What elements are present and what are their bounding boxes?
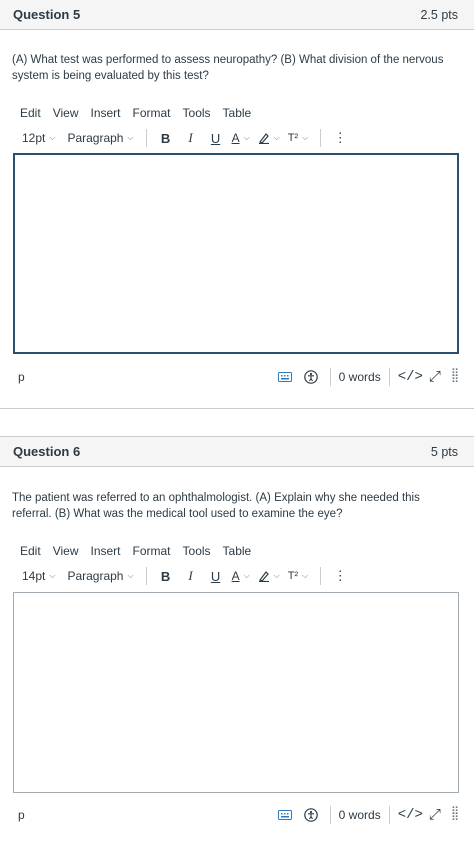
toolbar-divider [145,567,147,585]
highlighter-icon [258,133,269,144]
chevron-down-icon: ⌵ [302,571,309,580]
question-title: Question 5 [13,7,81,22]
question-points: 5 pts [430,444,458,459]
more-options-button[interactable]: ⋮ [331,568,349,584]
menu-view[interactable]: View [53,544,79,558]
underline-button[interactable]: U [207,131,225,146]
question-header: Question 6 5 pts [0,437,474,467]
bold-button[interactable]: B [157,131,175,146]
menu-tools[interactable]: Tools [183,106,211,120]
word-count[interactable]: 0 words [339,808,381,822]
statusbar-divider [329,806,331,824]
menu-tools[interactable]: Tools [183,544,211,558]
block-format-value: Paragraph [67,569,124,583]
keyboard-shortcuts-button[interactable] [277,810,292,820]
word-count[interactable]: 0 words [339,370,381,384]
highlight-button[interactable]: ⌵ [258,570,280,582]
keyboard-shortcuts-button[interactable] [277,372,292,382]
superscript-icon: T² [287,132,299,144]
element-path[interactable]: p [18,370,278,384]
chevron-down-icon: ⌵ [49,133,56,142]
toolbar-divider [320,567,322,585]
menu-edit[interactable]: Edit [20,544,41,558]
editor-toolbar: 12pt ⌵ Paragraph ⌵ B I U A ⌵ ⌵ T² ⌵ ⋮ [22,128,356,148]
chevron-down-icon: ⌵ [243,133,250,142]
font-size-value: 14pt [22,569,46,583]
block-format-dropdown[interactable]: Paragraph ⌵ [67,131,133,145]
more-options-button[interactable]: ⋮ [331,130,349,146]
font-size-dropdown[interactable]: 14pt ⌵ [22,569,55,583]
menu-edit[interactable]: Edit [20,106,41,120]
question-6-card: Question 6 5 pts The patient was referre… [0,436,474,847]
accessibility-checker-button[interactable] [303,808,318,822]
statusbar-divider [388,806,390,824]
fullscreen-button[interactable]: ⤢ [429,368,441,386]
chevron-down-icon: ⌵ [49,571,56,580]
chevron-down-icon: ⌵ [127,133,134,142]
resize-grip-icon[interactable]: ⠿ ⠿ [451,369,459,386]
question-text: The patient was referred to an ophthalmo… [12,492,420,520]
block-format-value: Paragraph [67,131,124,145]
question-header: Question 5 2.5 pts [0,0,474,30]
superscript-button[interactable]: T² ⌵ [288,570,308,582]
toolbar-divider [320,129,322,147]
chevron-down-icon: ⌵ [243,571,250,580]
question-5-card: Question 5 2.5 pts (A) What test was per… [0,0,474,409]
superscript-icon: T² [287,570,299,582]
fullscreen-button[interactable]: ⤢ [429,806,441,824]
menu-format[interactable]: Format [133,544,171,558]
menu-insert[interactable]: Insert [90,106,120,120]
menu-view[interactable]: View [53,106,79,120]
menu-insert[interactable]: Insert [90,544,120,558]
font-size-dropdown[interactable]: 12pt ⌵ [22,131,55,145]
chevron-down-icon: ⌵ [302,133,309,142]
font-size-value: 12pt [22,131,46,145]
accessibility-icon [303,370,318,384]
menu-table[interactable]: Table [223,106,252,120]
font-color-icon: A [231,131,240,145]
accessibility-checker-button[interactable] [303,370,318,384]
superscript-button[interactable]: T² ⌵ [288,132,308,144]
highlight-button[interactable]: ⌵ [258,132,280,144]
italic-button[interactable]: I [182,568,200,584]
editor-menubar: Edit View Insert Format Tools Table [20,544,263,558]
menu-format[interactable]: Format [133,106,171,120]
chevron-down-icon: ⌵ [127,571,134,580]
chevron-down-icon: ⌵ [273,571,280,580]
question-title: Question 6 [13,444,81,459]
editor-menubar: Edit View Insert Format Tools Table [20,106,263,120]
chevron-down-icon: ⌵ [273,133,280,142]
block-format-dropdown[interactable]: Paragraph ⌵ [67,569,133,583]
statusbar-divider [388,368,390,386]
html-editor-button[interactable]: </> [398,369,423,385]
statusbar-divider [329,368,331,386]
editor-toolbar: 14pt ⌵ Paragraph ⌵ B I U A ⌵ ⌵ T² ⌵ ⋮ [22,566,356,586]
editor-statusbar: p 0 words </> ⤢ ⠿ ⠿ [13,365,459,389]
toolbar-divider [145,129,147,147]
accessibility-icon [303,808,318,822]
keyboard-icon [277,372,292,382]
element-path[interactable]: p [18,808,278,822]
html-editor-button[interactable]: </> [398,807,423,823]
underline-button[interactable]: U [207,569,225,584]
font-color-button[interactable]: A ⌵ [232,131,250,145]
resize-grip-icon[interactable]: ⠿ ⠿ [451,807,459,824]
keyboard-icon [277,810,292,820]
answer-editor[interactable] [13,592,459,793]
menu-table[interactable]: Table [223,544,252,558]
bold-button[interactable]: B [157,569,175,584]
answer-editor[interactable] [13,153,459,354]
question-text: (A) What test was performed to assess ne… [12,54,444,82]
question-points: 2.5 pts [420,7,458,22]
italic-button[interactable]: I [182,130,200,146]
editor-statusbar: p 0 words </> ⤢ ⠿ ⠿ [13,803,459,827]
font-color-button[interactable]: A ⌵ [232,569,250,583]
highlighter-icon [258,571,269,582]
font-color-icon: A [231,569,240,583]
